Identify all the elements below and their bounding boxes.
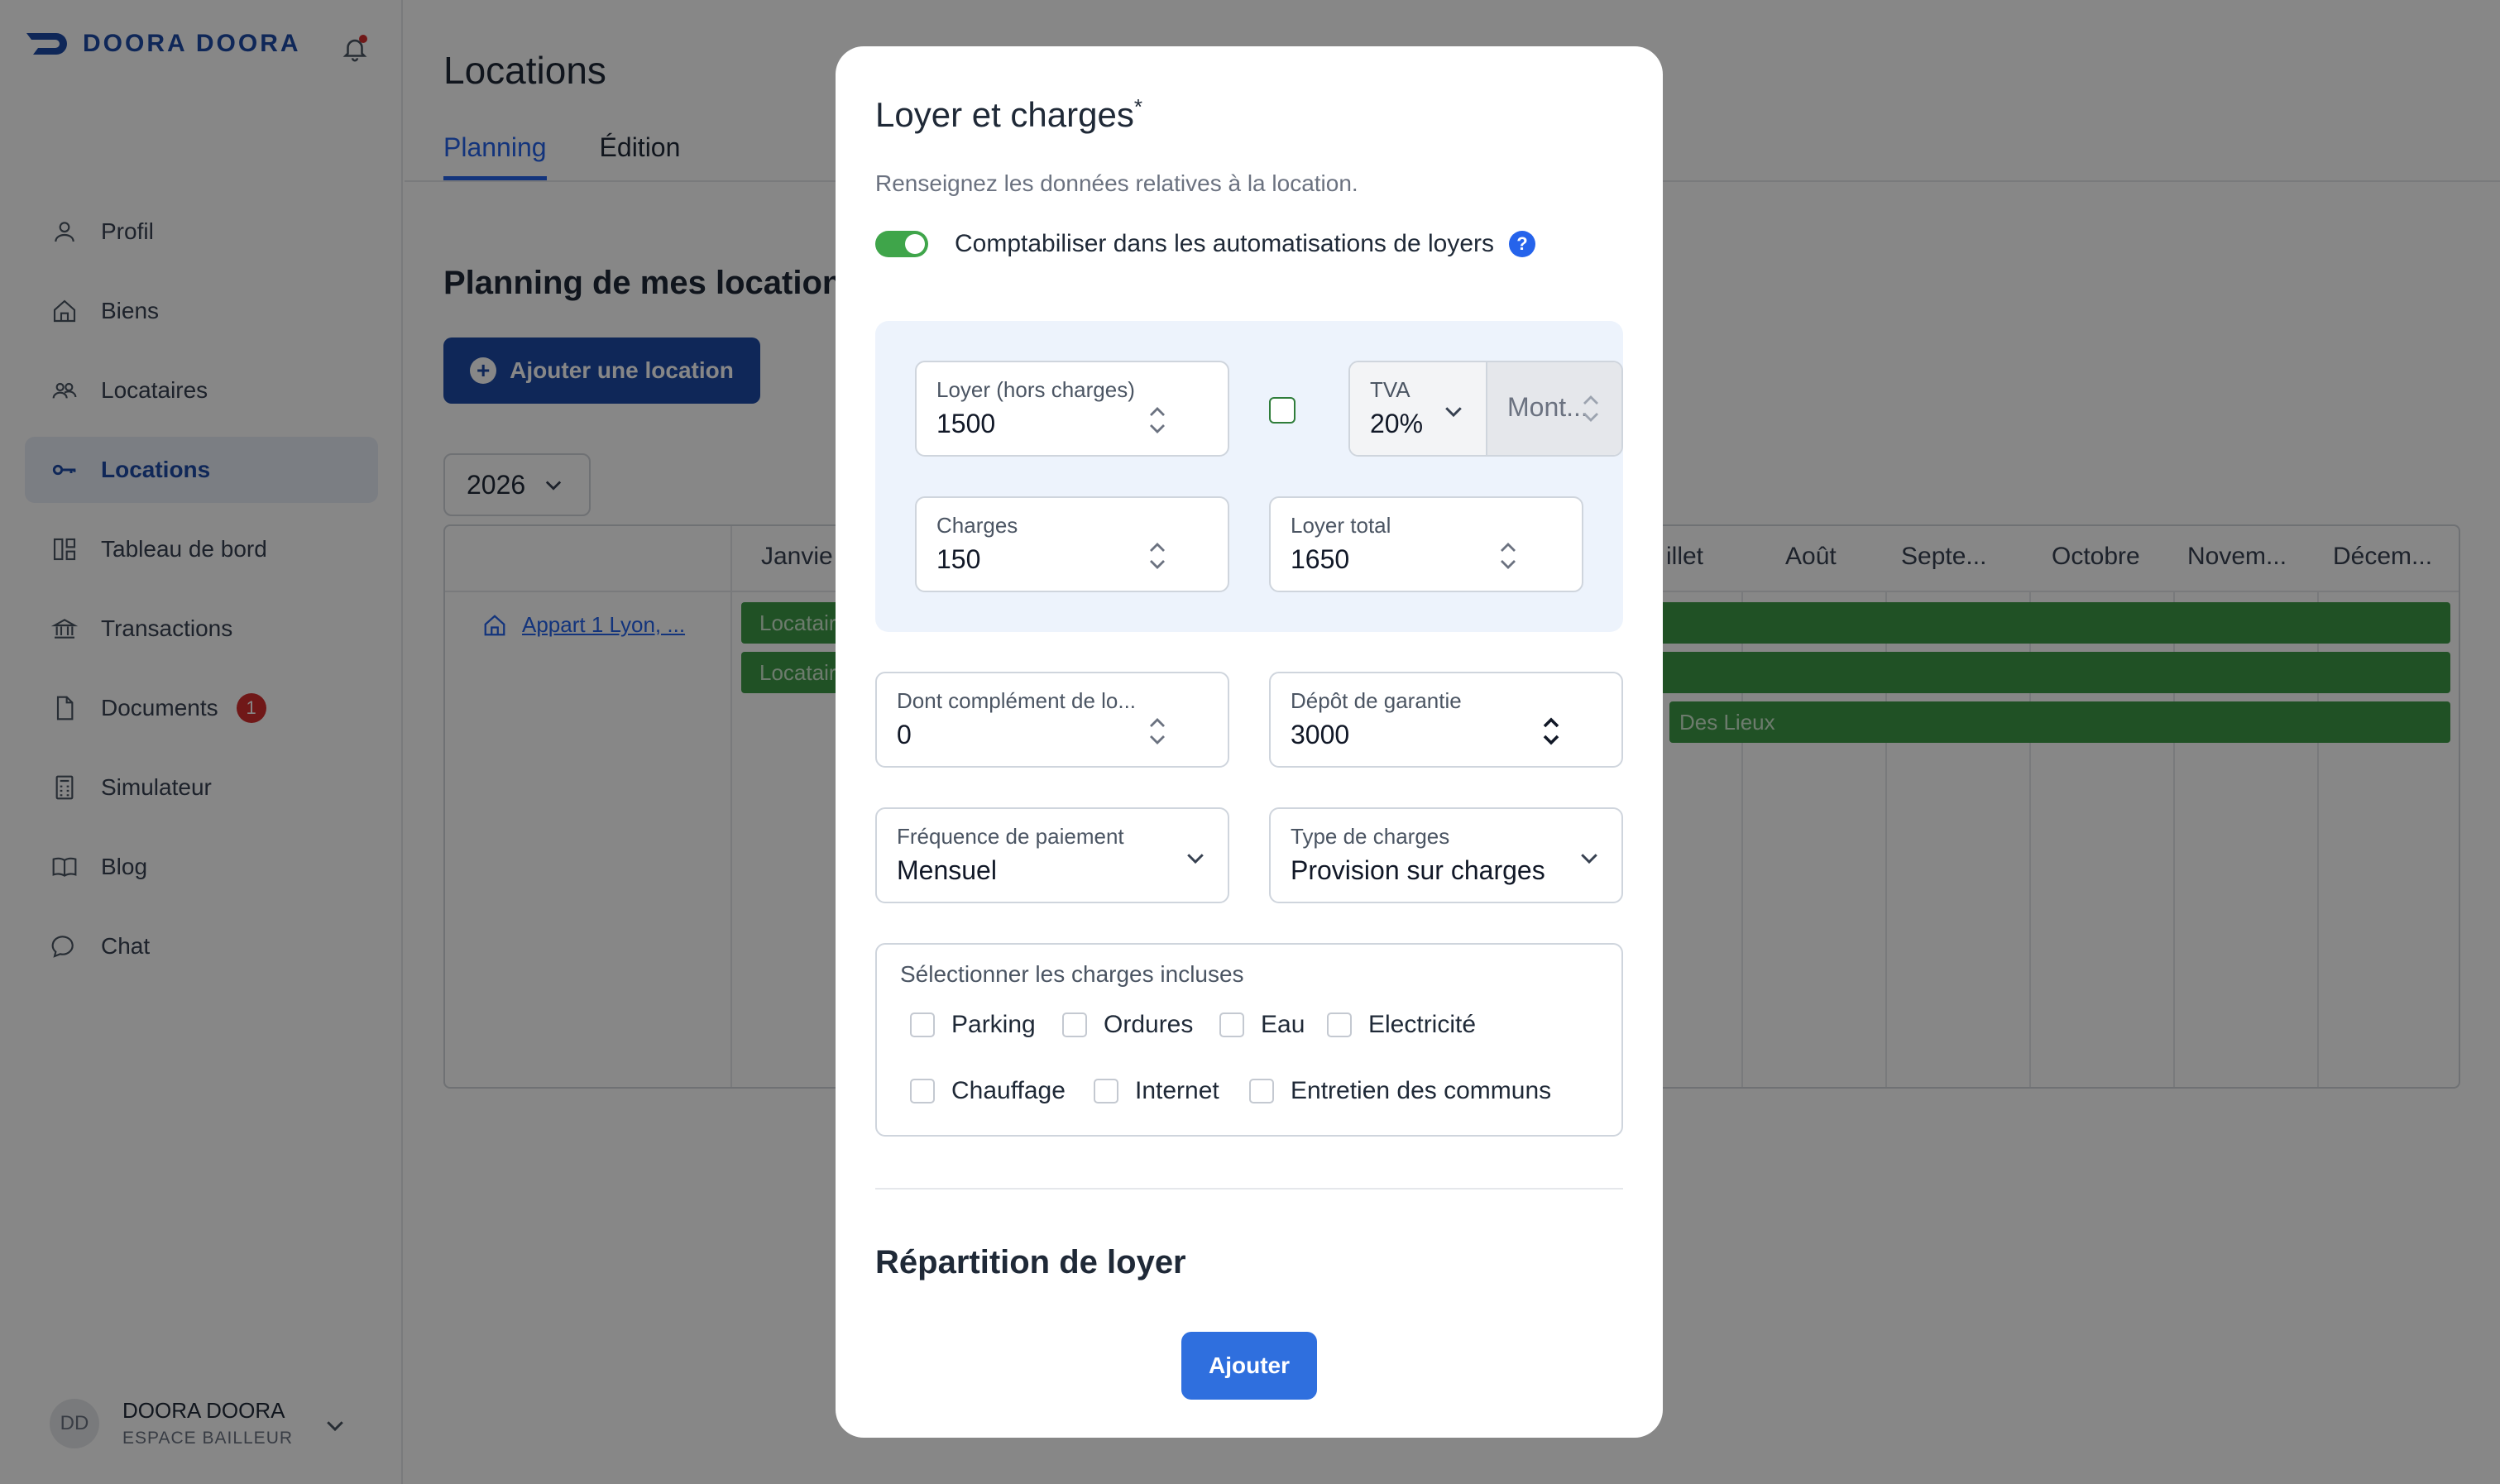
checkbox-box bbox=[1062, 1012, 1087, 1037]
checkbox-ordures[interactable]: Ordures bbox=[1062, 1011, 1193, 1039]
checkbox-label: Eau bbox=[1261, 1011, 1305, 1038]
checkbox-internet[interactable]: Internet bbox=[1094, 1077, 1219, 1105]
tva-value: 20% bbox=[1370, 409, 1424, 438]
rent-panel: Loyer (hors charges) 1500 TVA 20% Mont..… bbox=[875, 321, 1623, 632]
checkbox-label: Internet bbox=[1135, 1077, 1219, 1104]
loyer-label: Loyer (hors charges) bbox=[936, 377, 1135, 402]
modal-title-text: Loyer et charges bbox=[875, 95, 1134, 134]
help-icon[interactable]: ? bbox=[1509, 231, 1535, 257]
charges-label: Charges bbox=[936, 513, 1018, 538]
stepper-icon[interactable] bbox=[1497, 539, 1519, 572]
automation-toggle-label: Comptabiliser dans les automatisations d… bbox=[955, 230, 1494, 257]
checkbox-eau[interactable]: Eau bbox=[1219, 1011, 1305, 1039]
frequence-select[interactable]: Fréquence de paiement Mensuel bbox=[875, 807, 1229, 903]
tva-montant-placeholder: Mont... bbox=[1507, 392, 1588, 422]
checkbox-box bbox=[1327, 1012, 1352, 1037]
checkbox-label: Electricité bbox=[1368, 1011, 1477, 1038]
checkbox-label: Ordures bbox=[1104, 1011, 1194, 1038]
checkbox-chauffage[interactable]: Chauffage bbox=[910, 1077, 1066, 1105]
checkbox-box bbox=[1249, 1079, 1274, 1103]
checkbox-electricite[interactable]: Electricité bbox=[1327, 1011, 1476, 1039]
stepper-icon[interactable] bbox=[1147, 715, 1168, 748]
charges-value: 150 bbox=[936, 544, 981, 574]
complement-label: Dont complément de lo... bbox=[897, 688, 1137, 713]
frequence-label: Fréquence de paiement bbox=[897, 824, 1124, 849]
charges-incluses-group: Sélectionner les charges incluses Parkin… bbox=[875, 943, 1623, 1137]
frequence-value: Mensuel bbox=[897, 855, 997, 885]
depot-field[interactable]: Dépôt de garantie 3000 bbox=[1269, 672, 1623, 768]
tva-group: TVA 20% Mont... bbox=[1348, 361, 1623, 457]
checkbox-entretien[interactable]: Entretien des communs bbox=[1249, 1077, 1551, 1105]
complement-field[interactable]: Dont complément de lo... 0 bbox=[875, 672, 1229, 768]
modal-divider bbox=[875, 1188, 1623, 1190]
loyer-total-label: Loyer total bbox=[1291, 513, 1391, 538]
loyer-value: 1500 bbox=[936, 409, 996, 438]
depot-label: Dépôt de garantie bbox=[1291, 688, 1462, 713]
tva-select[interactable]: TVA 20% bbox=[1350, 362, 1487, 455]
loyer-charges-modal: Loyer et charges* Renseignez les données… bbox=[836, 46, 1663, 1438]
tva-label: TVA bbox=[1370, 377, 1410, 402]
checkbox-box bbox=[910, 1012, 935, 1037]
checkbox-box bbox=[910, 1079, 935, 1103]
stepper-icon[interactable] bbox=[1147, 539, 1168, 572]
stepper-icon bbox=[1583, 395, 1598, 422]
complement-value: 0 bbox=[897, 720, 912, 749]
automation-toggle-row: Comptabiliser dans les automatisations d… bbox=[875, 230, 1535, 258]
type-charges-value: Provision sur charges bbox=[1291, 855, 1545, 885]
chevron-down-icon bbox=[1187, 854, 1204, 864]
checkbox-box bbox=[1094, 1079, 1118, 1103]
type-charges-select[interactable]: Type de charges Provision sur charges bbox=[1269, 807, 1623, 903]
submit-button[interactable]: Ajouter bbox=[1181, 1332, 1317, 1400]
modal-subtitle: Renseignez les données relatives à la lo… bbox=[875, 170, 1358, 196]
chevron-down-icon bbox=[1581, 854, 1597, 864]
stepper-icon[interactable] bbox=[1147, 404, 1168, 437]
charges-incluses-title: Sélectionner les charges incluses bbox=[900, 961, 1244, 987]
stepper-icon[interactable] bbox=[1540, 715, 1562, 748]
chevron-down-icon bbox=[1445, 407, 1462, 418]
checkbox-label: Chauffage bbox=[951, 1077, 1066, 1104]
tva-montant-field: Mont... bbox=[1487, 362, 1621, 455]
automation-toggle[interactable] bbox=[875, 231, 928, 257]
charges-field[interactable]: Charges 150 bbox=[915, 496, 1229, 592]
loyer-total-value: 1650 bbox=[1291, 544, 1350, 574]
modal-title: Loyer et charges* bbox=[875, 94, 1142, 135]
tva-checkbox[interactable] bbox=[1269, 397, 1295, 424]
checkbox-label: Entretien des communs bbox=[1291, 1077, 1552, 1104]
repartition-title: Répartition de loyer bbox=[875, 1244, 1186, 1281]
checkbox-parking[interactable]: Parking bbox=[910, 1011, 1036, 1039]
depot-value: 3000 bbox=[1291, 720, 1350, 749]
loyer-field[interactable]: Loyer (hors charges) 1500 bbox=[915, 361, 1229, 457]
checkbox-box bbox=[1219, 1012, 1244, 1037]
type-charges-label: Type de charges bbox=[1291, 824, 1450, 849]
checkbox-label: Parking bbox=[951, 1011, 1036, 1038]
loyer-total-field[interactable]: Loyer total 1650 bbox=[1269, 496, 1583, 592]
required-mark: * bbox=[1133, 94, 1142, 119]
